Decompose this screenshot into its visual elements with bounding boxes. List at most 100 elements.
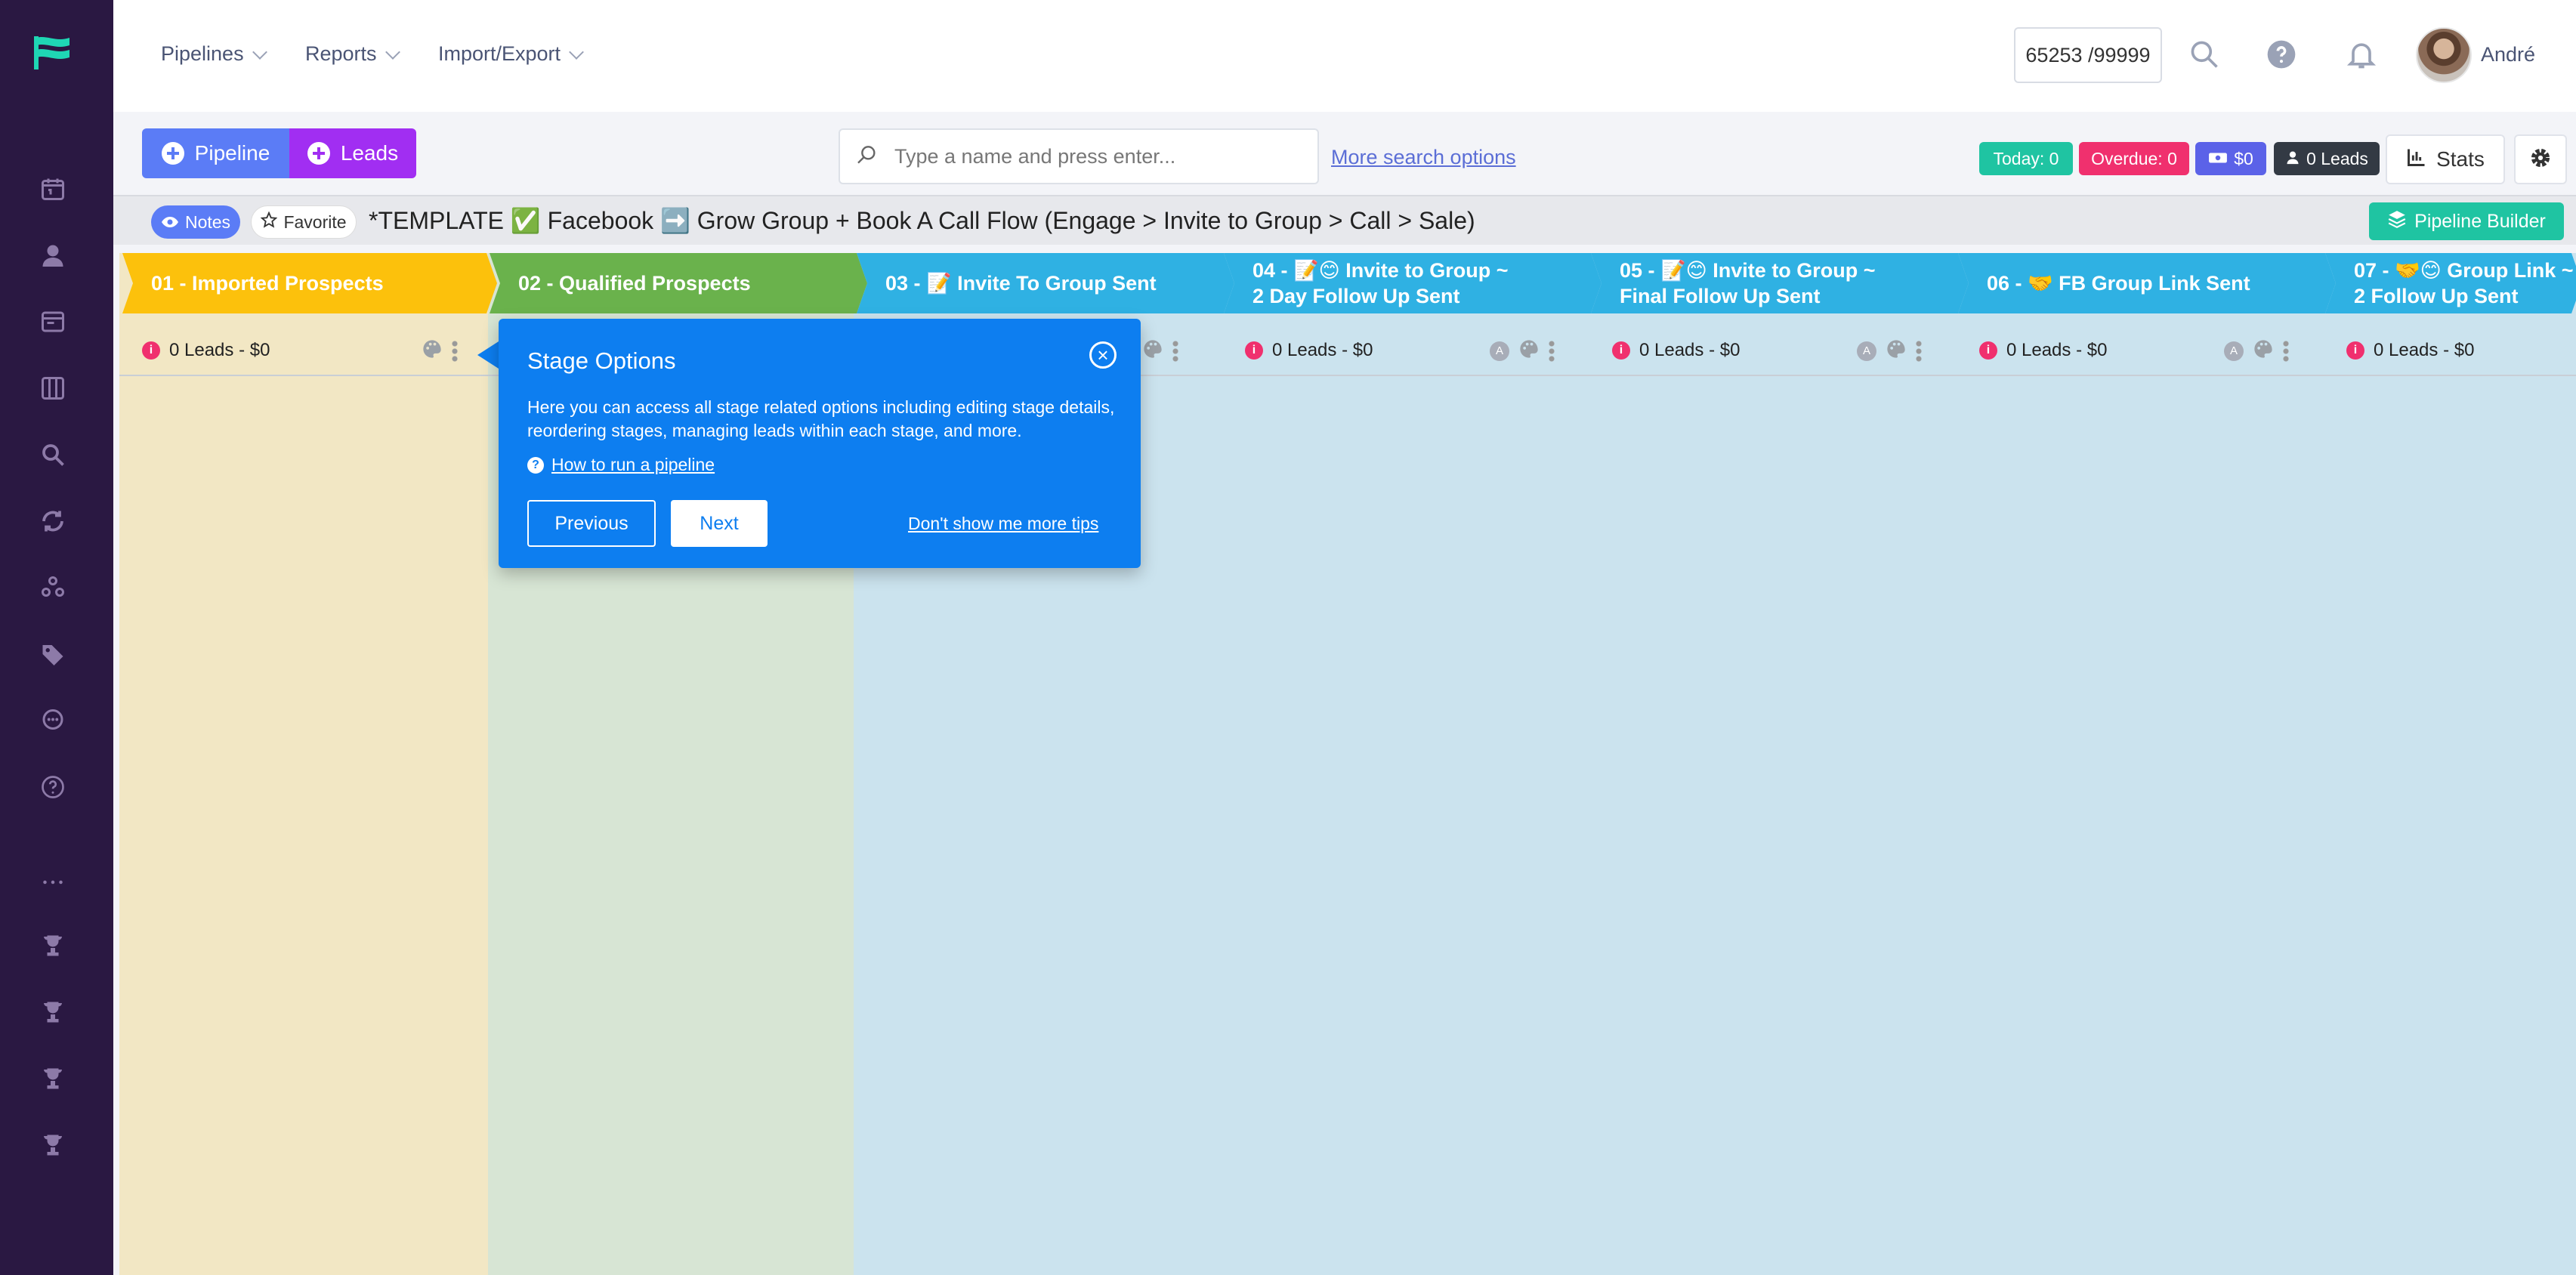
- stage-header-1[interactable]: 01 - Imported Prospects: [122, 253, 497, 313]
- trophy-icon[interactable]: [38, 931, 68, 961]
- leads-count-badge[interactable]: 0 Leads: [2274, 142, 2380, 175]
- settings-button[interactable]: [2514, 134, 2567, 184]
- pipeline-builder-button[interactable]: Pipeline Builder: [2369, 202, 2564, 240]
- chevron-down-icon: [252, 44, 267, 60]
- automation-icon[interactable]: A: [1490, 341, 1509, 361]
- close-icon[interactable]: ×: [1089, 341, 1117, 369]
- stage-tools-4: A: [1490, 338, 1555, 363]
- info-icon: i: [2346, 341, 2364, 360]
- pipeline-builder-label: Pipeline Builder: [2414, 210, 2546, 232]
- add-pipeline-button[interactable]: Pipeline: [142, 128, 289, 178]
- stage-options-icon[interactable]: [1549, 339, 1555, 363]
- stage-options-icon[interactable]: [452, 339, 458, 363]
- money-badge-label: $0: [2234, 148, 2253, 168]
- palette-icon[interactable]: [2253, 338, 2274, 363]
- stage-tools-6: A: [2224, 338, 2289, 363]
- money-badge[interactable]: $0: [2195, 142, 2266, 175]
- stage-header-3[interactable]: 03 - 📝 Invite To Group Sent: [857, 253, 1234, 313]
- calendar-icon[interactable]: [38, 174, 68, 204]
- stage-summary-label: 0 Leads - $0: [1272, 340, 1373, 360]
- stage-header-4[interactable]: 04 - 📝😊 Invite to Group ~ 2 Day Follow U…: [1224, 253, 1602, 313]
- how-to-run-pipeline-link[interactable]: ? How to run a pipeline: [527, 455, 715, 475]
- stage-summary-label: 0 Leads - $0: [2374, 340, 2475, 360]
- popover-arrow: [477, 341, 499, 369]
- help-icon[interactable]: [38, 772, 68, 802]
- stage-summary-1: i 0 Leads - $0: [142, 326, 270, 375]
- dont-show-tips-link[interactable]: Don't show me more tips: [908, 514, 1098, 534]
- sidebar: [0, 0, 113, 1275]
- stage-header-5[interactable]: 05 - 📝😊 Invite to Group ~ Final Follow U…: [1591, 253, 1969, 313]
- stage-options-icon[interactable]: [1916, 339, 1922, 363]
- more-icon[interactable]: [38, 867, 68, 897]
- stage-summary-label: 0 Leads - $0: [169, 340, 270, 360]
- user-name[interactable]: André: [2481, 43, 2535, 66]
- stats-label: Stats: [2436, 147, 2485, 171]
- team-icon[interactable]: [38, 573, 68, 603]
- tags-icon[interactable]: [38, 639, 68, 669]
- app-logo-icon[interactable]: [33, 33, 73, 76]
- stage-title: 05 - 📝😊 Invite to Group ~ Final Follow U…: [1620, 259, 1876, 307]
- trophy-icon[interactable]: [38, 1064, 68, 1094]
- pipeline-title: *TEMPLATE ✅ Facebook ➡️ Grow Group + Boo…: [369, 207, 1475, 234]
- browser-icon[interactable]: [38, 307, 68, 337]
- stage-options-popover: Stage Options × Here you can access all …: [499, 319, 1141, 568]
- add-leads-button[interactable]: Leads: [289, 128, 416, 178]
- nav-reports-label: Reports: [305, 42, 377, 65]
- automation-icon[interactable]: A: [2224, 341, 2244, 361]
- board-icon[interactable]: [38, 373, 68, 403]
- nav-import-export[interactable]: Import/Export: [438, 42, 584, 66]
- stage-header-6[interactable]: 06 - 🤝 FB Group Link Sent: [1958, 253, 2336, 313]
- search-icon[interactable]: [38, 440, 68, 470]
- notes-button[interactable]: Notes: [151, 205, 240, 239]
- search-input[interactable]: [893, 144, 1301, 169]
- previous-button[interactable]: Previous: [527, 500, 656, 547]
- automation-icon[interactable]: A: [1857, 341, 1876, 361]
- stage-summary-5: i 0 Leads - $0: [1612, 326, 1740, 375]
- bell-icon[interactable]: [2345, 38, 2378, 71]
- stage-tools-5: A: [1857, 338, 1922, 363]
- more-search-options-link[interactable]: More search options: [1331, 146, 1516, 169]
- info-icon: i: [1245, 341, 1263, 360]
- trophy-icon[interactable]: [38, 997, 68, 1027]
- popover-title: Stage Options: [527, 347, 676, 374]
- stage-header-7[interactable]: 07 - 🤝😊 Group Link ~ 2 Follow Up Sent: [2325, 253, 2576, 313]
- eye-icon: [161, 212, 179, 233]
- avatar[interactable]: [2416, 27, 2472, 83]
- stage-title: 06 - 🤝 FB Group Link Sent: [1987, 272, 2250, 295]
- info-icon: i: [1612, 341, 1630, 360]
- stage-title: 01 - Imported Prospects: [151, 272, 384, 295]
- stage-options-icon[interactable]: [2283, 339, 2289, 363]
- palette-icon[interactable]: [1518, 338, 1540, 363]
- stage-title: 04 - 📝😊 Invite to Group ~ 2 Day Follow U…: [1252, 259, 1509, 307]
- chat-icon[interactable]: [38, 705, 68, 736]
- palette-icon[interactable]: [1142, 338, 1163, 363]
- palette-icon[interactable]: [1886, 338, 1907, 363]
- stage-tools-3: [1142, 338, 1178, 363]
- notes-label: Notes: [184, 211, 231, 232]
- stats-button[interactable]: Stats: [2386, 134, 2505, 184]
- chevron-down-icon: [569, 44, 584, 60]
- plus-icon: [307, 142, 330, 165]
- favorite-button[interactable]: Favorite: [251, 205, 357, 239]
- nav-reports[interactable]: Reports: [305, 42, 400, 66]
- user-icon: [2285, 149, 2300, 169]
- stage-header-2[interactable]: 02 - Qualified Prospects: [490, 253, 867, 313]
- today-badge[interactable]: Today: 0: [1979, 142, 2073, 175]
- add-leads-label: Leads: [340, 141, 399, 165]
- contacts-icon[interactable]: [38, 240, 68, 270]
- next-button[interactable]: Next: [671, 500, 768, 547]
- overdue-badge[interactable]: Overdue: 0: [2079, 142, 2189, 175]
- stage-summary-label: 0 Leads - $0: [2006, 340, 2108, 360]
- help-icon: ?: [527, 456, 544, 474]
- cash-icon: [2208, 149, 2228, 169]
- palette-icon[interactable]: [422, 338, 443, 363]
- nav-pipelines-label: Pipelines: [161, 42, 244, 65]
- sync-icon[interactable]: [38, 506, 68, 536]
- trophy-icon[interactable]: [38, 1130, 68, 1160]
- nav-pipelines[interactable]: Pipelines: [161, 42, 267, 66]
- stage-title: 07 - 🤝😊 Group Link ~ 2 Follow Up Sent: [2354, 259, 2574, 307]
- stage-options-icon[interactable]: [1172, 339, 1178, 363]
- search-icon[interactable]: [2188, 38, 2221, 71]
- help-icon[interactable]: [2265, 38, 2298, 71]
- plus-icon: [161, 142, 184, 165]
